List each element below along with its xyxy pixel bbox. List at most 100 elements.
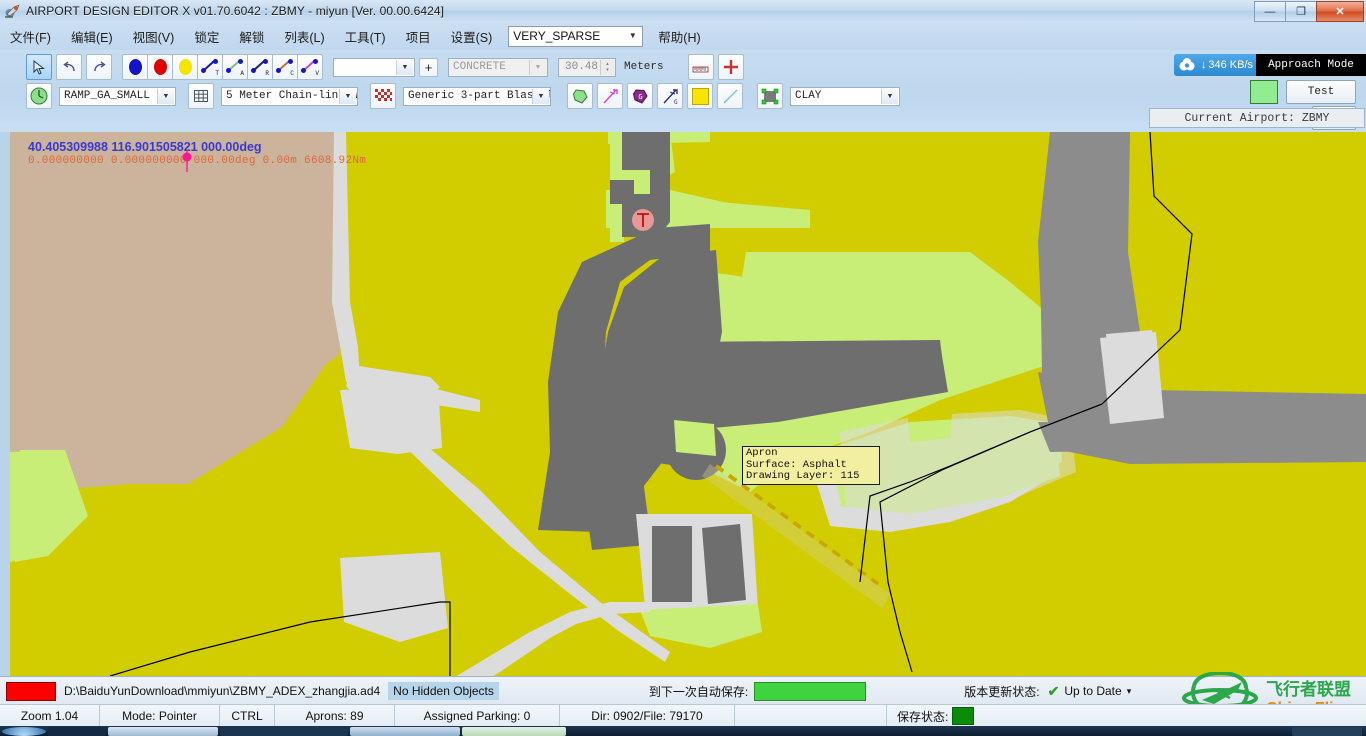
link-apron-letter: A [240, 70, 244, 77]
blast-type-combo[interactable]: Generic 3-part Blast l ▼ [403, 87, 551, 106]
link-closed-letter: C [290, 70, 294, 77]
undo-button[interactable] [56, 54, 82, 80]
taskbar-item-3[interactable] [350, 727, 460, 736]
color-swatch-green[interactable] [1250, 80, 1278, 104]
link-closed-icon: C [275, 58, 295, 76]
select-handles-button[interactable] [757, 83, 783, 109]
add-item-button[interactable]: + [419, 58, 438, 77]
ruler-button[interactable] [688, 54, 714, 80]
windows-taskbar [0, 726, 1366, 736]
test-button[interactable]: Test [1286, 80, 1356, 104]
density-combo[interactable]: VERY_SPARSE ▼ [508, 26, 643, 47]
green-polygon-icon [572, 88, 589, 105]
chevron-down-icon: ▼ [529, 60, 546, 75]
version-status-value: Up to Date [1064, 684, 1121, 698]
gate-button[interactable]: G [627, 83, 653, 109]
path-button[interactable] [597, 83, 623, 109]
menu-project[interactable]: 项目 [397, 24, 440, 49]
diagonal-line-icon [722, 88, 739, 105]
svg-text:G: G [638, 93, 642, 101]
density-combo-value: VERY_SPARSE [509, 29, 600, 43]
checker-icon [375, 89, 392, 103]
map-canvas[interactable] [10, 132, 1366, 676]
plus-icon: + [425, 61, 433, 74]
link-runway-letter: R [265, 70, 269, 77]
menu-file[interactable]: 文件(F) [1, 24, 60, 49]
blast-pattern-button[interactable] [370, 83, 396, 109]
menu-bar: 文件(F) 编辑(E) 视图(V) 锁定 解锁 列表(L) 工具(T) 项目 设… [0, 22, 1366, 50]
save-state-indicator [952, 707, 974, 725]
menu-edit[interactable]: 编辑(E) [62, 24, 122, 49]
menu-settings[interactable]: 设置(S) [442, 24, 502, 49]
status-zoom: Zoom 1.04 [0, 705, 100, 727]
fence-type-combo[interactable]: 5 Meter Chain-link w: ▼ [221, 87, 358, 106]
close-button[interactable]: ✕ [1316, 1, 1364, 22]
status-dir-file: Dir: 0902/File: 79170 [560, 705, 735, 727]
check-icon: ✔ [1048, 683, 1060, 700]
compass-button[interactable] [26, 83, 52, 109]
menu-tools[interactable]: 工具(T) [336, 24, 395, 49]
pointer-tool-button[interactable] [26, 54, 52, 80]
window-buttons: — ❐ ✕ [1255, 1, 1364, 22]
ruler-icon [692, 60, 709, 74]
blue-node-button[interactable] [122, 54, 148, 80]
svg-text:G: G [674, 99, 678, 105]
width-spinner[interactable]: 30.48 ▴ ▾ [558, 58, 616, 77]
menu-view[interactable]: 视图(V) [124, 24, 184, 49]
minimize-button[interactable]: — [1254, 1, 1286, 22]
chevron-down-icon: ▼ [881, 89, 898, 104]
menu-lock[interactable]: 锁定 [185, 24, 228, 49]
link-apron-button[interactable]: A [222, 54, 248, 80]
plus-cross-icon [723, 59, 739, 75]
magenta-path-icon [602, 88, 619, 105]
maximize-button[interactable]: ❐ [1285, 1, 1317, 22]
network-down-arrow: ↓ [1201, 59, 1207, 71]
taskbar-item-4[interactable] [462, 727, 566, 736]
guide-button[interactable]: G [657, 83, 683, 109]
add-cross-button[interactable] [718, 54, 744, 80]
taskbar-item-2[interactable] [220, 727, 348, 736]
link-runway-button[interactable]: R [247, 54, 273, 80]
material-combo[interactable]: CLAY ▼ [790, 87, 900, 106]
material-combo-value: CLAY [791, 90, 821, 102]
surface-combo[interactable]: CONCRETE ▼ [448, 58, 548, 77]
red-node-button[interactable] [147, 54, 173, 80]
file-path-label: D:\BaiduYunDownload\mmiyun\ZBMY_ADEX_zha… [64, 684, 380, 698]
taskbar-tray[interactable] [1292, 727, 1362, 736]
link-vehicle-button[interactable]: V [297, 54, 323, 80]
logo-cn-text: 飞行者联盟 [1266, 679, 1351, 699]
polygon-button[interactable] [567, 83, 593, 109]
yellow-node-button[interactable] [172, 54, 198, 80]
status-red-swatch[interactable] [6, 682, 56, 701]
version-dropdown-arrow-icon[interactable]: ▾ [1127, 686, 1132, 697]
link-taxiway-button[interactable]: T [197, 54, 223, 80]
chevron-down-icon: ▼ [339, 89, 356, 104]
link-closed-button[interactable]: C [272, 54, 298, 80]
yellow-ellipse-icon [179, 59, 192, 75]
empty-combo[interactable]: ▼ [333, 58, 415, 77]
cloud-icon [1177, 57, 1198, 73]
yellow-fill-button[interactable] [687, 83, 713, 109]
save-state-label: 保存状态: [897, 708, 948, 725]
network-speed-badge[interactable]: ↓ 346 KB/s [1174, 54, 1259, 76]
hidden-objects-badge: No Hidden Objects [388, 682, 499, 700]
taskbar-quicklaunch[interactable] [48, 727, 106, 736]
status-assigned-parking: Assigned Parking: 0 [395, 705, 560, 727]
taskbar-start-button[interactable] [2, 727, 46, 736]
link-vehicle-icon: V [300, 58, 320, 76]
redo-button[interactable] [86, 54, 112, 80]
taskbar-item-1[interactable] [108, 727, 218, 736]
toolbar-row-2: RAMP_GA_SMALL ▼ 5 Meter Chain-link w: ▼ … [26, 83, 900, 109]
line-button[interactable] [717, 83, 743, 109]
approach-mode-indicator: Approach Mode [1256, 54, 1366, 76]
menu-list[interactable]: 列表(L) [275, 24, 333, 49]
menu-unlock[interactable]: 解锁 [230, 24, 273, 49]
parking-type-combo[interactable]: RAMP_GA_SMALL ▼ [59, 87, 176, 106]
menu-help[interactable]: 帮助(H) [649, 24, 709, 49]
fence-type-value: 5 Meter Chain-link w: [222, 90, 357, 102]
link-apron-icon: A [225, 58, 245, 76]
grid-button[interactable] [188, 83, 214, 109]
grid-icon [193, 88, 209, 104]
link-runway-icon: R [250, 58, 270, 76]
spinner-arrows[interactable]: ▴ ▾ [600, 60, 614, 75]
